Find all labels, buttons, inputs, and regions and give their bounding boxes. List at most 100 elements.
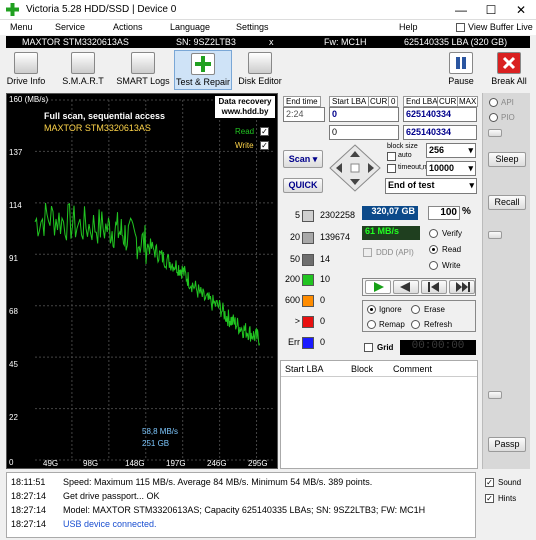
write-graph-checkbox[interactable]: ✓ [260, 141, 269, 150]
timeout-checkbox[interactable] [387, 164, 396, 173]
scan-button[interactable]: Scan ▾ [283, 150, 323, 168]
end-time-field[interactable]: 2:24 [283, 107, 325, 122]
menu-language[interactable]: Language [170, 22, 210, 32]
block-counter-label: 5 [294, 210, 300, 220]
graph-y-45: 45 [9, 360, 18, 369]
column-comment[interactable]: Comment [393, 364, 432, 374]
pause-label: Pause [448, 76, 474, 86]
write-radio[interactable] [429, 261, 438, 270]
start-zero-button[interactable]: 0 [388, 96, 399, 107]
block-counter-2: 50 14 [284, 254, 354, 268]
pio-radio[interactable] [489, 113, 498, 122]
sleep-button[interactable]: Sleep [488, 152, 526, 167]
hints-checkbox[interactable]: ✓ [485, 494, 494, 503]
auto-block-checkbox[interactable] [387, 152, 396, 161]
column-start-lba[interactable]: Start LBA [285, 364, 324, 374]
end-lba-field[interactable]: 625140334 [403, 107, 477, 122]
maximize-button[interactable]: ☐ [476, 0, 506, 20]
skip-end-button[interactable] [449, 280, 475, 294]
victoria-logo-icon [6, 3, 19, 16]
recall-button[interactable]: Recall [488, 195, 526, 210]
menu-settings[interactable]: Settings [236, 22, 269, 32]
block-counter-6: Err 0 [284, 337, 354, 351]
rewind-button[interactable] [393, 280, 419, 294]
api-radio[interactable] [489, 98, 498, 107]
passp-toggle[interactable] [488, 391, 502, 399]
remap-radio[interactable] [367, 320, 376, 329]
erase-radio[interactable] [411, 305, 420, 314]
scanned-size: 320,07 GB [362, 206, 418, 220]
close-button[interactable]: ✕ [506, 0, 536, 20]
break-all-label: Break All [491, 76, 527, 86]
menu-menu[interactable]: Menu [10, 22, 33, 32]
start-lba-field[interactable]: 0 [329, 107, 399, 122]
graph-title: Full scan, sequential access [44, 111, 166, 121]
block-size-select[interactable]: 256 ▾ [426, 143, 476, 158]
promo-banner[interactable]: Data recovery www.hdd.by [215, 96, 275, 118]
device-serial: SN: 9SZ2LTB3 [176, 37, 236, 47]
column-block[interactable]: Block [351, 364, 373, 374]
timeout-select[interactable]: 10000 ▾ [426, 161, 476, 176]
grid-checkbox[interactable] [364, 343, 373, 352]
play-icon [374, 282, 384, 292]
promo-line-2: www.hdd.by [221, 107, 269, 116]
test-repair-button[interactable]: Test & Repair [174, 50, 232, 90]
timeout-value: 10000 [429, 163, 455, 173]
log-time: 18:27:14 [11, 505, 47, 515]
refresh-radio[interactable] [411, 320, 420, 329]
menu-help[interactable]: Help [399, 22, 418, 32]
pause-button[interactable]: Pause [444, 50, 478, 90]
toolbar: Drive Info S.M.A.R.T SMART Logs Test & R… [0, 49, 536, 91]
block-color-swatch [302, 316, 314, 328]
block-counter-4: 600 0 [284, 295, 354, 309]
quick-button[interactable]: QUICK [283, 178, 323, 193]
read-graph-checkbox[interactable]: ✓ [260, 127, 269, 136]
end-mode-select[interactable]: End of test ▾ [385, 178, 477, 194]
recall-toggle[interactable] [488, 231, 502, 239]
drive-info-button[interactable]: Drive Info [4, 50, 48, 90]
sound-checkbox[interactable]: ✓ [485, 478, 494, 487]
chevron-down-icon: ▾ [312, 154, 318, 164]
ddd-checkbox[interactable] [363, 248, 372, 257]
play-button[interactable] [365, 280, 391, 294]
break-all-button[interactable]: Break All [488, 50, 530, 90]
disk-editor-button[interactable]: Disk Editor [236, 50, 284, 90]
minimize-button[interactable]: — [446, 0, 476, 20]
view-buffer-check[interactable] [456, 23, 465, 32]
start-cur-button[interactable]: CUR [368, 96, 390, 107]
chevron-down-icon: ▾ [469, 180, 474, 190]
log-message: Speed: Maximum 115 MB/s. Average 84 MB/s… [63, 477, 373, 487]
end-lba-current: 625140334 [403, 125, 477, 140]
break-all-icon [497, 52, 521, 74]
test-repair-label: Test & Repair [175, 77, 231, 87]
skip-back-button[interactable] [421, 280, 447, 294]
speed-graph: 160 (MB/s) 137 114 91 68 45 22 0 49G 98G… [6, 93, 278, 469]
read-speed-line [34, 202, 260, 346]
api-toggle[interactable] [488, 129, 502, 137]
write-label: Write [442, 261, 461, 270]
smart-logs-label: SMART Logs [116, 76, 170, 86]
device-capacity: 625140335 LBA (320 GB) [404, 37, 508, 47]
graph-read-legend: Read [235, 127, 255, 136]
view-buffer-checkbox[interactable] [456, 22, 465, 33]
end-max-button[interactable]: MAX [457, 96, 479, 107]
menu-service[interactable]: Service [55, 22, 85, 32]
graph-x-tick: 98G [83, 459, 99, 468]
read-radio[interactable] [429, 245, 438, 254]
plus-icon [191, 53, 215, 75]
passp-button[interactable]: Passp [488, 437, 526, 452]
smart-button[interactable]: S.M.A.R.T [60, 50, 106, 90]
graph-x-tick: 246G [207, 459, 227, 468]
skip-back-icon [428, 282, 439, 292]
menu-actions[interactable]: Actions [113, 22, 143, 32]
end-cur-button[interactable]: CUR [437, 96, 459, 107]
auto-label: auto [398, 152, 412, 159]
verify-radio[interactable] [429, 229, 438, 238]
smart-logs-button[interactable]: SMART Logs [114, 50, 172, 90]
table-header: Start LBA Block Comment [281, 361, 477, 377]
device-close[interactable]: x [269, 37, 274, 47]
block-counter-value: 139674 [320, 232, 351, 242]
navigation-pad-icon[interactable] [328, 143, 382, 193]
ignore-radio[interactable] [367, 305, 376, 314]
block-counter-value: 10 [320, 274, 331, 284]
